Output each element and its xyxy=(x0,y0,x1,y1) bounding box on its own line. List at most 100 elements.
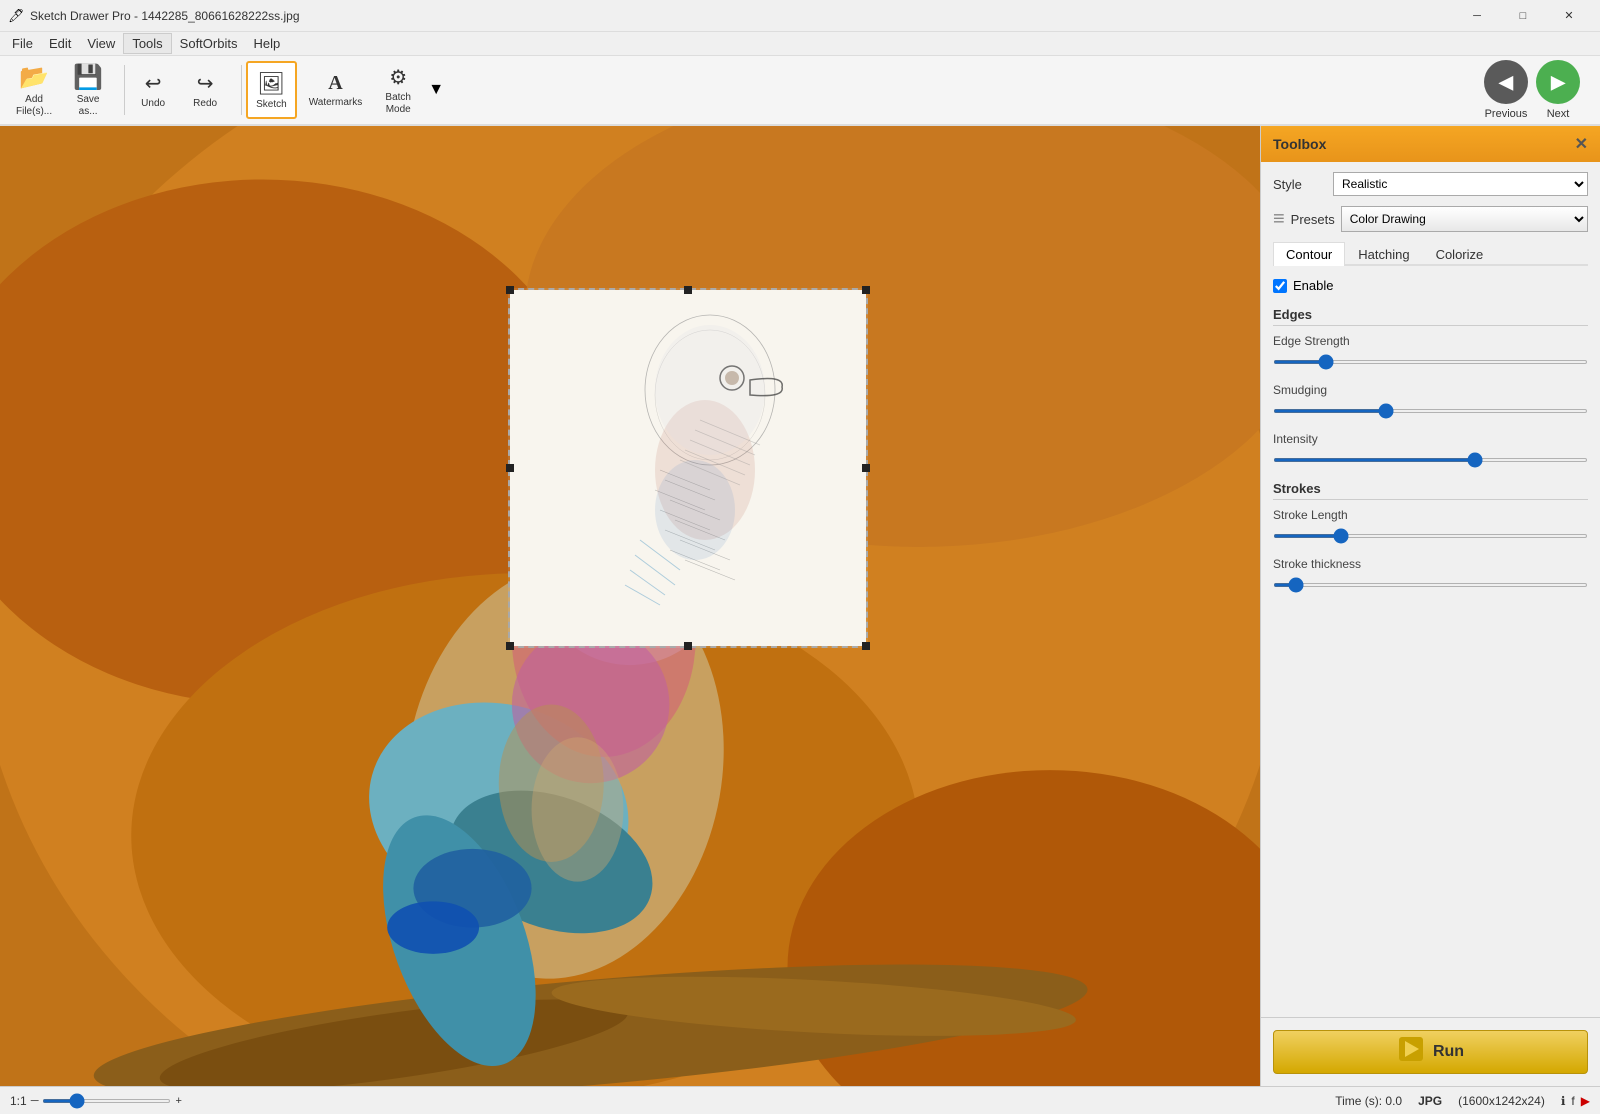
edge-strength-row: Edge Strength xyxy=(1273,334,1588,367)
spacer xyxy=(1273,606,1588,646)
smudging-row: Smudging xyxy=(1273,383,1588,416)
stroke-thickness-slider[interactable] xyxy=(1273,583,1588,587)
intensity-slider[interactable] xyxy=(1273,458,1588,462)
run-label: Run xyxy=(1433,1043,1464,1061)
stroke-length-row: Stroke Length xyxy=(1273,508,1588,541)
titlebar: 🖊 Sketch Drawer Pro - 1442285_8066162822… xyxy=(0,0,1600,32)
watermarks-button[interactable]: A Watermarks xyxy=(301,61,371,119)
zoom-increase-icon[interactable]: + xyxy=(175,1095,181,1107)
toolbar: 📂 AddFile(s)... 💾 Saveas... ↩ Undo ↪ Red… xyxy=(0,56,1600,126)
window-title: Sketch Drawer Pro - 1442285_80661628222s… xyxy=(30,9,1454,23)
selection-handle-tl[interactable] xyxy=(506,286,514,294)
previous-button[interactable]: ◀ xyxy=(1484,60,1528,104)
nav-section: ◀ Previous ▶ Next xyxy=(1484,60,1580,120)
strokes-section-header: Strokes xyxy=(1273,481,1588,500)
save-icon: 💾 xyxy=(73,63,103,92)
next-button[interactable]: ▶ xyxy=(1536,60,1580,104)
presets-select[interactable]: Color Drawing Pencil Sketch Charcoal xyxy=(1341,206,1588,232)
main-area: Toolbox ✕ Style Realistic Pencil Charcoa… xyxy=(0,126,1600,1086)
presets-label: Presets xyxy=(1291,212,1335,227)
separator-2 xyxy=(241,65,242,115)
share-icon[interactable]: f xyxy=(1571,1094,1574,1108)
edges-section-header: Edges xyxy=(1273,307,1588,326)
toolbox-close-button[interactable]: ✕ xyxy=(1575,134,1588,154)
separator-1 xyxy=(124,65,125,115)
selection-handle-bm[interactable] xyxy=(684,642,692,650)
undo-label: Undo xyxy=(141,98,165,109)
edge-strength-label: Edge Strength xyxy=(1273,334,1588,348)
sketch-svg xyxy=(510,290,866,646)
stroke-length-slider[interactable] xyxy=(1273,534,1588,538)
smudging-slider[interactable] xyxy=(1273,409,1588,413)
undo-button[interactable]: ↩ Undo xyxy=(129,61,177,119)
selection-box xyxy=(508,288,868,648)
presets-icon: ≡ xyxy=(1273,208,1285,231)
add-files-button[interactable]: 📂 AddFile(s)... xyxy=(8,61,60,119)
menu-tools[interactable]: Tools xyxy=(123,33,171,54)
enable-checkbox[interactable] xyxy=(1273,279,1287,293)
status-right: Time (s): 0.0 JPG (1600x1242x24) ℹ f ▶ xyxy=(1335,1094,1590,1108)
run-icon xyxy=(1397,1035,1425,1069)
youtube-icon[interactable]: ▶ xyxy=(1581,1094,1590,1108)
selection-handle-mr[interactable] xyxy=(862,464,870,472)
toolbox-panel: Toolbox ✕ Style Realistic Pencil Charcoa… xyxy=(1260,126,1600,1086)
toolbox-title: Toolbox xyxy=(1273,136,1326,152)
status-icons: ℹ f ▶ xyxy=(1561,1094,1590,1108)
run-button[interactable]: Run xyxy=(1273,1030,1588,1074)
menu-edit[interactable]: Edit xyxy=(41,34,79,53)
zoom-slider[interactable] xyxy=(42,1099,171,1103)
edge-strength-slider[interactable] xyxy=(1273,360,1588,364)
watermarks-label: Watermarks xyxy=(309,97,363,108)
run-arrow-icon xyxy=(1397,1035,1425,1063)
batch-mode-button[interactable]: ⚙ BatchMode xyxy=(374,61,422,119)
tab-contour[interactable]: Contour xyxy=(1273,242,1345,266)
batch-icon: ⚙ xyxy=(389,65,407,90)
enable-label[interactable]: Enable xyxy=(1293,278,1333,293)
selection-handle-ml[interactable] xyxy=(506,464,514,472)
batch-label: BatchMode xyxy=(385,92,411,116)
close-button[interactable]: ✕ xyxy=(1546,0,1592,32)
status-time: Time (s): 0.0 xyxy=(1335,1094,1402,1108)
selection-handle-tr[interactable] xyxy=(862,286,870,294)
enable-row: Enable xyxy=(1273,278,1588,293)
menubar: File Edit View Tools SoftOrbits Help xyxy=(0,32,1600,56)
selection-handle-tm[interactable] xyxy=(684,286,692,294)
menu-view[interactable]: View xyxy=(79,34,123,53)
statusbar: 1:1 ─ + Time (s): 0.0 JPG (1600x1242x24)… xyxy=(0,1086,1600,1114)
toolbox-content: Style Realistic Pencil Charcoal Ink ≡ Pr… xyxy=(1261,162,1600,1017)
style-select[interactable]: Realistic Pencil Charcoal Ink xyxy=(1333,172,1588,196)
status-size: (1600x1242x24) xyxy=(1458,1094,1545,1108)
previous-label: Previous xyxy=(1485,108,1528,120)
maximize-button[interactable]: □ xyxy=(1500,0,1546,32)
more-options-button[interactable]: ▼ xyxy=(428,81,444,99)
menu-softorbits[interactable]: SoftOrbits xyxy=(172,34,246,53)
zoom-decrease-icon[interactable]: ─ xyxy=(31,1095,39,1107)
stroke-length-label: Stroke Length xyxy=(1273,508,1588,522)
toolbox-header: Toolbox ✕ xyxy=(1261,126,1600,162)
save-label: Saveas... xyxy=(77,94,100,118)
tab-hatching[interactable]: Hatching xyxy=(1345,242,1422,266)
save-as-button[interactable]: 💾 Saveas... xyxy=(64,61,112,119)
undo-icon: ↩ xyxy=(145,71,162,96)
menu-file[interactable]: File xyxy=(4,34,41,53)
selection-handle-bl[interactable] xyxy=(506,642,514,650)
tabs-row: Contour Hatching Colorize xyxy=(1273,242,1588,266)
watermarks-icon: A xyxy=(328,72,342,95)
redo-label: Redo xyxy=(193,98,217,109)
app-icon: 🖊 xyxy=(8,8,24,24)
redo-button[interactable]: ↪ Redo xyxy=(181,61,229,119)
run-section: Run xyxy=(1261,1017,1600,1086)
info-icon[interactable]: ℹ xyxy=(1561,1094,1566,1108)
selection-handle-br[interactable] xyxy=(862,642,870,650)
menu-help[interactable]: Help xyxy=(245,34,288,53)
intensity-row: Intensity xyxy=(1273,432,1588,465)
zoom-indicator: 1:1 ─ + xyxy=(10,1094,182,1108)
status-format: JPG xyxy=(1418,1094,1442,1108)
sketch-button[interactable]: 🖼 Sketch xyxy=(246,61,297,119)
stroke-thickness-row: Stroke thickness xyxy=(1273,557,1588,590)
smudging-label: Smudging xyxy=(1273,383,1588,397)
tab-colorize[interactable]: Colorize xyxy=(1423,242,1497,266)
presets-row: ≡ Presets Color Drawing Pencil Sketch Ch… xyxy=(1273,206,1588,232)
minimize-button[interactable]: ─ xyxy=(1454,0,1500,32)
sketch-icon: 🖼 xyxy=(257,71,285,97)
